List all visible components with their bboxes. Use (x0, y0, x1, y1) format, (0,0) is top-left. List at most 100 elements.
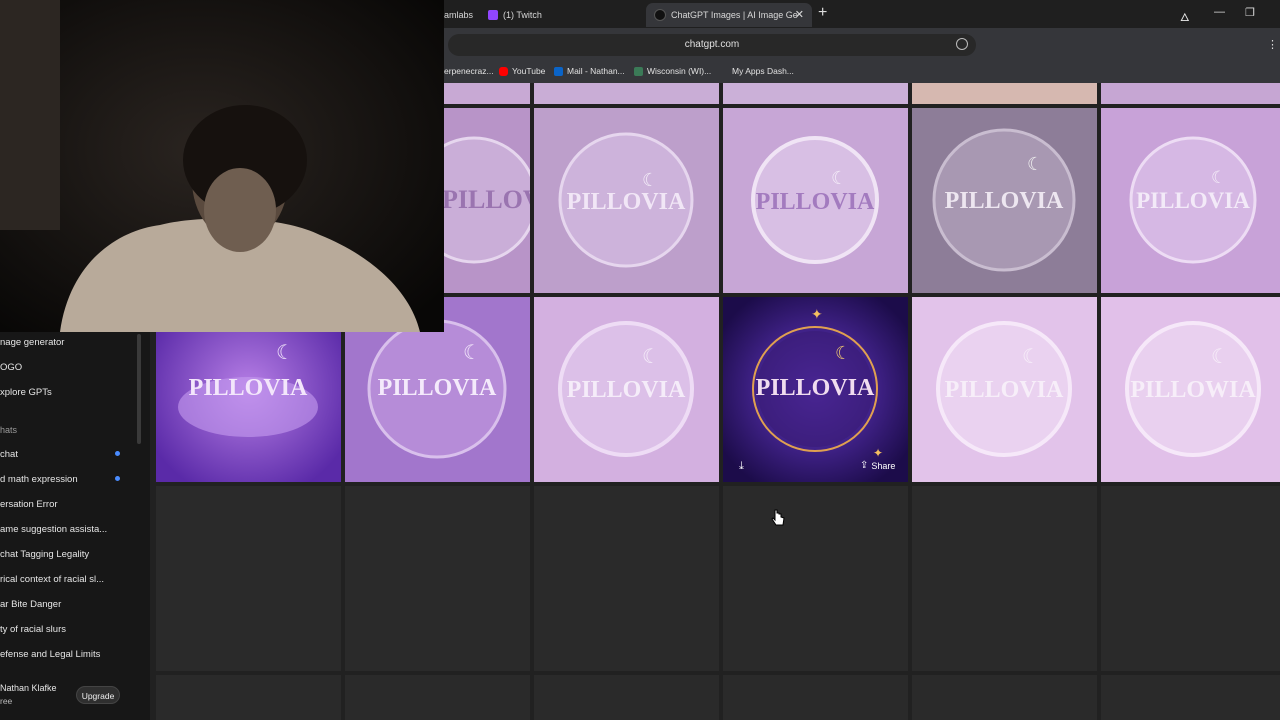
upgrade-button[interactable]: Upgrade (76, 686, 120, 704)
sidebar-item-explore-gpts[interactable]: xplore GPTs (0, 387, 52, 398)
svg-text:✦: ✦ (873, 446, 883, 460)
logo-text: PILLOVIA (378, 375, 497, 401)
sidebar-item-logo[interactable]: OGO (0, 362, 22, 373)
image-placeholder (534, 675, 719, 720)
image-tile-partial[interactable] (912, 83, 1097, 104)
restore-button[interactable]: ❐ (1245, 6, 1255, 19)
image-placeholder (156, 486, 341, 671)
bookmark-item[interactable]: erpenecraz... (444, 66, 494, 76)
sidebar-item-image-generator[interactable]: nage generator (0, 337, 64, 348)
logo-text: PILLOVIA (756, 189, 875, 215)
flame-icon[interactable]: 🜂 (1180, 6, 1190, 28)
chatgpt-icon (654, 9, 666, 21)
new-tab-button[interactable]: + (818, 4, 827, 22)
omnibox-action-icon[interactable] (956, 38, 968, 50)
bookmark-youtube[interactable]: YouTube (499, 66, 545, 76)
moon-icon: ☾ (463, 342, 481, 364)
share-label: Share (871, 460, 896, 471)
logo-text: PILLOVIA (567, 377, 686, 403)
sidebar: nage generator OGO xplore GPTs hats chat… (0, 332, 150, 720)
image-placeholder (1101, 486, 1280, 671)
image-placeholder (912, 486, 1097, 671)
image-tile[interactable]: PILLOWIA ☾ (1101, 297, 1280, 482)
unread-dot (115, 451, 120, 456)
image-placeholder (345, 486, 530, 671)
logo-text: PILLOVIA (945, 188, 1064, 214)
unread-dot (115, 476, 120, 481)
close-icon[interactable]: ✕ (795, 8, 804, 21)
moon-icon: ☾ (642, 170, 658, 190)
image-tile-partial[interactable] (1101, 83, 1280, 104)
chat-item[interactable]: ar Bite Danger (0, 599, 61, 610)
image-tile[interactable]: PILLOVIA (444, 108, 530, 293)
image-tile[interactable]: PILLOVIA ☾ (534, 297, 719, 482)
logo-text: PILLOVIA (1136, 188, 1250, 213)
chat-item[interactable]: ame suggestion assista... (0, 524, 107, 535)
moon-icon: ☾ (835, 343, 851, 363)
image-placeholder (1101, 675, 1280, 720)
bookmark-my-apps[interactable]: My Apps Dash... (719, 66, 794, 76)
logo-text: PILLOVIA (444, 185, 530, 214)
image-tile[interactable]: PILLOVIA ☾ (1101, 108, 1280, 293)
bookmark-label: Mail - Nathan... (567, 66, 625, 76)
bookmarks-bar: erpenecraz... YouTube Mail - Nathan... W… (444, 60, 1280, 83)
moon-icon: ☾ (276, 342, 294, 364)
image-tile-partial[interactable] (723, 83, 908, 104)
moon-icon: ☾ (642, 346, 660, 368)
user-plan: ree (0, 696, 13, 706)
webcam-overlay (0, 0, 444, 332)
logo-text: PILLOVIA (945, 377, 1064, 403)
wisconsin-icon (634, 66, 643, 76)
bookmark-label: My Apps Dash... (732, 66, 794, 76)
bookmark-label: YouTube (512, 66, 546, 76)
omnibox[interactable]: chatgpt.com (448, 34, 976, 56)
image-placeholder (723, 486, 908, 671)
share-icon: ⇪ (860, 460, 869, 471)
tab-twitch[interactable]: (1) Twitch (484, 4, 648, 26)
download-icon[interactable]: ⤓ (739, 460, 744, 473)
chat-item[interactable]: ty of racial slurs (0, 624, 66, 635)
image-tile[interactable]: PILLOVIA ☾ (912, 108, 1097, 293)
logo-text: PILLOVIA (567, 189, 686, 215)
image-tile[interactable]: PILLOVIA ☾ (723, 108, 908, 293)
svg-text:✦: ✦ (811, 306, 823, 322)
tab-label: amlabs (444, 10, 474, 20)
logo-text: PILLOVIA (189, 375, 308, 401)
moon-icon: ☾ (1027, 154, 1043, 174)
image-tile-partial[interactable] (534, 83, 719, 104)
moon-icon: ☾ (1211, 168, 1226, 187)
image-tile-hovered[interactable]: PILLOVIA ☾ ✦ ✦ (723, 297, 908, 482)
bookmark-label: Wisconsin (WI)... (647, 66, 712, 76)
chat-item[interactable]: chat Tagging Legality (0, 549, 89, 560)
sidebar-scrollbar[interactable] (137, 334, 141, 444)
image-placeholder (345, 675, 530, 720)
chat-item[interactable]: efense and Legal Limits (0, 649, 100, 660)
url-text: chatgpt.com (684, 39, 740, 50)
tab-chatgpt-images[interactable]: ChatGPT Images | AI Image Ge ✕ (646, 3, 812, 27)
hand-cursor-icon (771, 509, 785, 526)
image-placeholder (156, 675, 341, 720)
image-tile-partial[interactable] (444, 83, 530, 104)
tab-label: ChatGPT Images | AI Image Ge (671, 10, 798, 20)
youtube-icon (499, 66, 508, 76)
bookmark-wisconsin[interactable]: Wisconsin (WI)... (634, 66, 711, 76)
user-name[interactable]: Nathan Klafke (0, 683, 57, 693)
chats-section-label: hats (0, 425, 18, 435)
share-button[interactable]: ⇪ Share (860, 460, 895, 471)
chat-item[interactable]: d math expression (0, 474, 78, 485)
bookmark-label: erpenecraz... (444, 66, 494, 76)
tab-streamlabs[interactable]: amlabs (444, 4, 484, 26)
image-placeholder (723, 675, 908, 720)
moon-icon: ☾ (1022, 346, 1040, 368)
menu-icon[interactable]: ⋮ (1267, 38, 1278, 51)
moon-icon: ☾ (831, 168, 847, 188)
chat-item[interactable]: ersation Error (0, 499, 58, 510)
image-placeholder (534, 486, 719, 671)
logo-text: PILLOWIA (1130, 377, 1256, 403)
bookmark-mail[interactable]: Mail - Nathan... (554, 66, 625, 76)
image-tile[interactable]: PILLOVIA ☾ (912, 297, 1097, 482)
minimize-button[interactable]: — (1214, 6, 1225, 18)
image-tile[interactable]: PILLOVIA ☾ (534, 108, 719, 293)
chat-item[interactable]: chat (0, 449, 18, 460)
chat-item[interactable]: rical context of racial sl... (0, 574, 104, 585)
